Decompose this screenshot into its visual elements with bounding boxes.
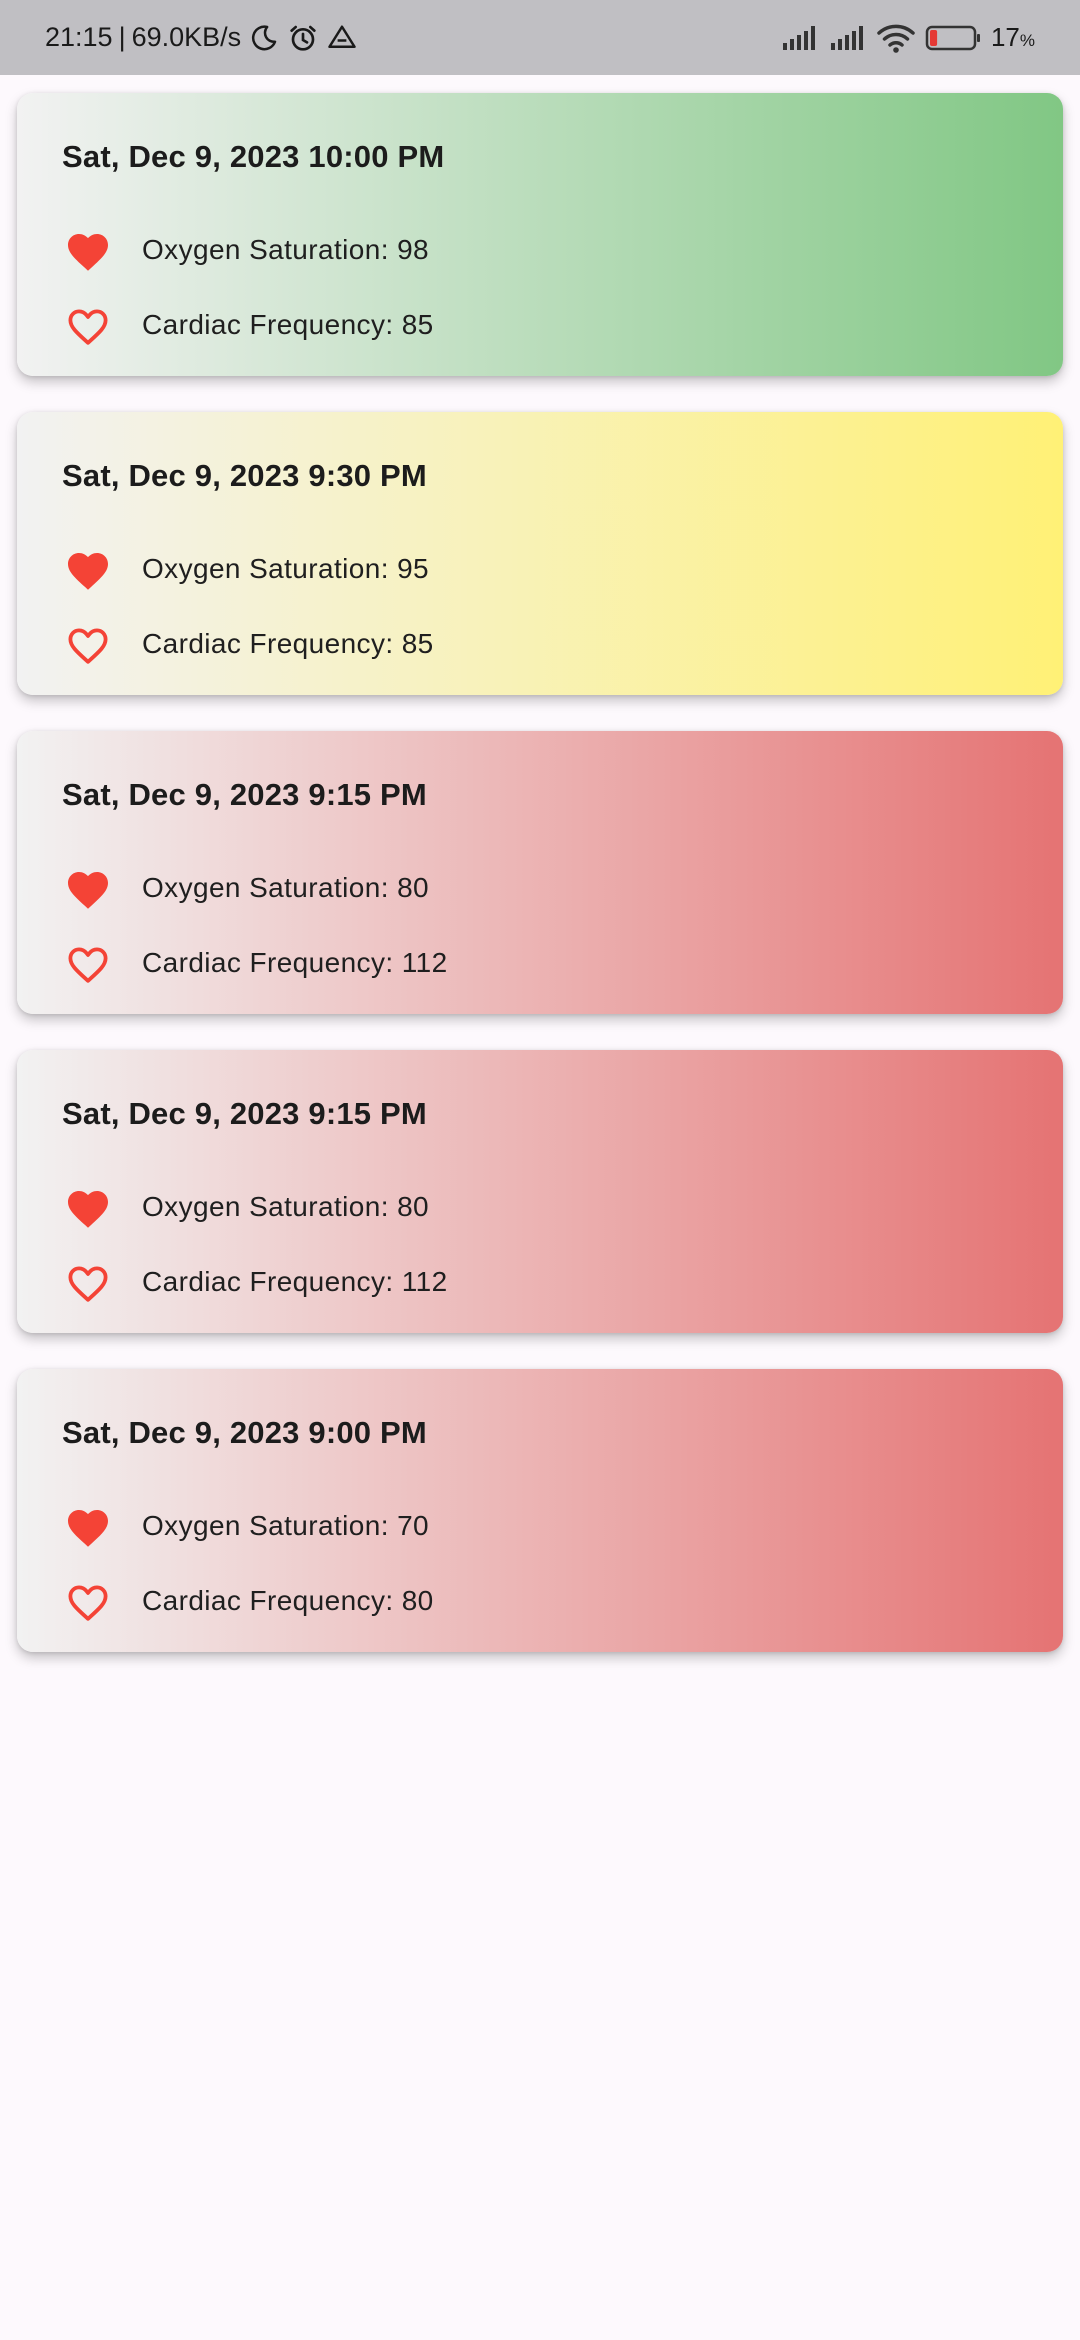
record-card[interactable]: Sat, Dec 9, 2023 9:30 PM Oxygen Saturati… [17,412,1063,695]
cardiac-row: Cardiac Frequency: 112 [62,938,448,988]
outline-heart-icon [62,620,114,668]
oxygen-row: Oxygen Saturation: 80 [62,863,429,913]
oxygen-saturation-text: Oxygen Saturation: 98 [142,234,430,265]
oxygen-saturation-text: Oxygen Saturation: 70 [142,1510,430,1541]
signal-icon [781,25,819,51]
cardiac-frequency-text: Cardiac Frequency: 80 [142,1585,434,1616]
cardiac-frequency-text: Cardiac Frequency: 85 [142,628,434,659]
record-datetime: Sat, Dec 9, 2023 10:00 PM [62,139,445,174]
battery-percent: 17% [990,22,1035,52]
record-datetime: Sat, Dec 9, 2023 9:30 PM [62,458,427,493]
filled-heart-icon [62,864,114,912]
record-datetime: Sat, Dec 9, 2023 9:00 PM [62,1415,427,1450]
cardiac-frequency-text: Cardiac Frequency: 112 [142,947,448,978]
status-separator: | [118,22,126,52]
record-card[interactable]: Sat, Dec 9, 2023 10:00 PM Oxygen Saturat… [17,93,1063,376]
cardiac-row: Cardiac Frequency: 85 [62,619,434,669]
alarm-icon [287,22,319,54]
status-bar: 21:15 | 69.0KB/s 17% [0,0,1080,75]
record-card[interactable]: Sat, Dec 9, 2023 9:15 PM Oxygen Saturati… [17,1050,1063,1333]
oxygen-row: Oxygen Saturation: 95 [62,544,429,594]
status-time: 21:15 [45,22,113,52]
outline-heart-icon [62,1577,114,1625]
battery-icon [925,24,981,52]
filled-heart-icon [62,226,114,274]
status-right: 17% [771,0,1035,75]
oxygen-saturation-text: Oxygen Saturation: 95 [142,553,430,584]
outline-heart-icon [62,1258,114,1306]
cardiac-frequency-text: Cardiac Frequency: 85 [142,309,434,340]
filled-heart-icon [62,1502,114,1550]
record-datetime: Sat, Dec 9, 2023 9:15 PM [62,777,427,812]
cardiac-row: Cardiac Frequency: 80 [62,1576,434,1626]
record-card[interactable]: Sat, Dec 9, 2023 9:00 PM Oxygen Saturati… [17,1369,1063,1652]
record-datetime: Sat, Dec 9, 2023 9:15 PM [62,1096,427,1131]
oxygen-saturation-text: Oxygen Saturation: 80 [142,872,430,903]
outline-heart-icon [62,939,114,987]
record-card[interactable]: Sat, Dec 9, 2023 9:15 PM Oxygen Saturati… [17,731,1063,1014]
filled-heart-icon [62,545,114,593]
wifi-icon [877,23,915,53]
cardiac-frequency-text: Cardiac Frequency: 112 [142,1266,448,1297]
status-left: 21:15 | 69.0KB/s [45,0,357,75]
oxygen-row: Oxygen Saturation: 80 [62,1182,429,1232]
outline-heart-icon [62,301,114,349]
signal-icon [829,25,867,51]
network-speed: 69.0KB/s [131,22,242,52]
moon-icon [249,23,279,53]
oxygen-row: Oxygen Saturation: 98 [62,225,429,275]
cardiac-row: Cardiac Frequency: 85 [62,300,434,350]
filled-heart-icon [62,1183,114,1231]
cardiac-row: Cardiac Frequency: 112 [62,1257,448,1307]
oxygen-row: Oxygen Saturation: 70 [62,1501,429,1551]
drive-icon [327,23,357,53]
oxygen-saturation-text: Oxygen Saturation: 80 [142,1191,430,1222]
